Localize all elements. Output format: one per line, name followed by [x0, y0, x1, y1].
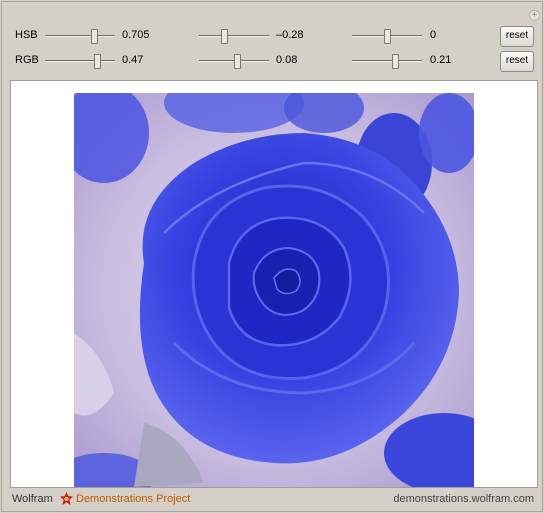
rose-image — [74, 93, 474, 487]
expand-plus-icon[interactable]: + — [529, 10, 540, 21]
image-display-pane — [10, 80, 538, 488]
hsb-saturation-slider[interactable] — [199, 29, 269, 44]
rgb-red-value: 0.47 — [122, 54, 144, 66]
rgb-blue-value: 0.21 — [430, 54, 452, 66]
wolfram-brand: Wolfram — [12, 493, 53, 505]
hsb-label: HSB — [15, 29, 38, 41]
slider-thumb[interactable] — [233, 54, 241, 69]
slider-thumb[interactable] — [93, 54, 101, 69]
slider-track — [45, 35, 115, 37]
rgb-reset-button[interactable]: reset — [500, 51, 534, 72]
slider-thumb[interactable] — [384, 29, 391, 44]
slider-thumb[interactable] — [221, 29, 229, 44]
demonstrations-url[interactable]: demonstrations.wolfram.com — [393, 493, 534, 505]
slider-thumb[interactable] — [91, 29, 98, 44]
hsb-saturation-value: –0.28 — [276, 29, 304, 41]
hsb-brightness-value: 0 — [430, 29, 437, 41]
slider-track — [352, 60, 422, 62]
rgb-green-slider[interactable] — [199, 54, 269, 69]
hsb-hue-slider[interactable] — [45, 29, 115, 44]
hsb-control-row: HSB 0.705 –0.28 0 reset — [2, 25, 542, 47]
rgb-label: RGB — [15, 54, 39, 66]
slider-track — [199, 35, 269, 37]
slider-track — [45, 60, 115, 62]
rgb-blue-slider[interactable] — [352, 54, 422, 69]
demonstration-frame: + HSB 0.705 –0.28 0 reset RGB 0.47 0.08 … — [1, 1, 543, 512]
rgb-control-row: RGB 0.47 0.08 0.21 reset — [2, 50, 542, 72]
hsb-reset-button[interactable]: reset — [500, 26, 534, 47]
wolfram-spikey-icon — [59, 491, 74, 506]
rgb-green-value: 0.08 — [276, 54, 298, 66]
footer-bar: Wolfram Demonstrations Project demonstra… — [2, 490, 542, 510]
hsb-brightness-slider[interactable] — [352, 29, 422, 44]
rgb-red-slider[interactable] — [45, 54, 115, 69]
slider-thumb[interactable] — [391, 54, 399, 69]
hsb-hue-value: 0.705 — [122, 29, 150, 41]
demonstrations-project-link[interactable]: Demonstrations Project — [76, 493, 190, 505]
